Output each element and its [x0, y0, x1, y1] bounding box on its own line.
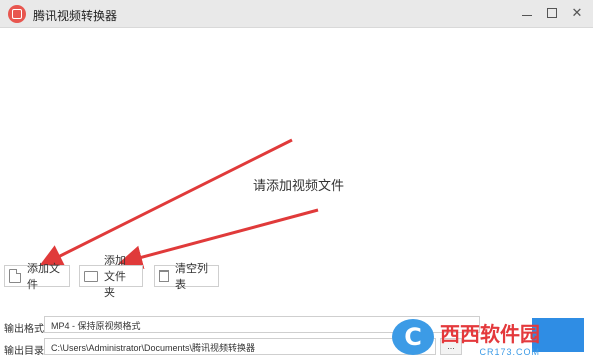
site-watermark: C 西西软件园 CR173.COM: [392, 316, 592, 358]
watermark-name: 西西软件园: [440, 321, 540, 346]
folder-icon: [84, 270, 98, 282]
output-dir-field[interactable]: C:\Users\Administrator\Documents\腾讯视频转换器: [44, 338, 436, 355]
clear-list-label: 清空列表: [175, 263, 208, 291]
output-dir-label: 输出目录:: [4, 346, 47, 357]
tencent-video-icon: [8, 5, 26, 23]
add-folder-button[interactable]: 添加文件夹: [79, 255, 143, 299]
output-format-label: 输出格式:: [4, 324, 47, 335]
title-bar: 腾讯视频转换器 ✕: [0, 0, 593, 28]
add-folder-label: 添加文件夹: [104, 255, 126, 299]
watermark-sub: CR173.COM: [479, 346, 540, 357]
clear-list-button[interactable]: 清空列表: [154, 263, 219, 291]
minimize-icon[interactable]: [515, 2, 539, 24]
add-file-label: 添加文件: [27, 263, 60, 291]
file-icon: [9, 269, 21, 283]
watermark-logo: C: [392, 319, 434, 355]
add-video-prompt: 请添加视频文件: [253, 178, 345, 193]
close-icon[interactable]: ✕: [565, 2, 589, 24]
add-file-button[interactable]: 添加文件: [4, 263, 70, 291]
file-drop-area[interactable]: 请添加视频文件: [0, 29, 593, 261]
maximize-icon[interactable]: [540, 2, 564, 24]
trash-icon: [159, 270, 169, 282]
window-title: 腾讯视频转换器: [33, 9, 118, 23]
